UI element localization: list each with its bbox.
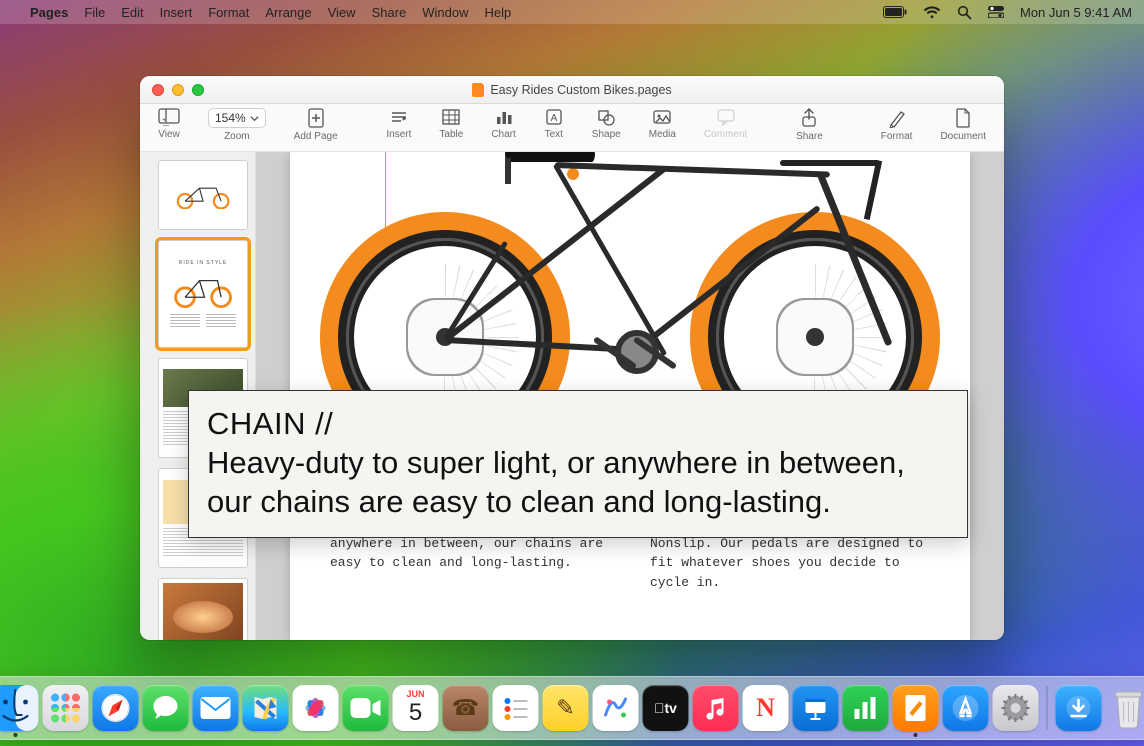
hover-text-body: Heavy-duty to super light, or anywhere i… — [207, 444, 949, 522]
toolbar-view[interactable]: View — [154, 108, 184, 142]
dock-settings[interactable] — [993, 685, 1039, 731]
toolbar-comment: Comment — [700, 108, 751, 140]
titlebar[interactable]: Easy Rides Custom Bikes.pages — [140, 76, 1004, 104]
menu-window[interactable]: Window — [422, 5, 468, 20]
menu-file[interactable]: File — [84, 5, 105, 20]
menu-insert[interactable]: Insert — [160, 5, 193, 20]
dock-launchpad[interactable] — [43, 685, 89, 731]
page-thumbnail-5[interactable] — [158, 578, 248, 640]
dock-music[interactable] — [693, 685, 739, 731]
dock-safari[interactable] — [93, 685, 139, 731]
menu-help[interactable]: Help — [485, 5, 512, 20]
window-title-text: Easy Rides Custom Bikes.pages — [490, 83, 671, 97]
toolbar-shape[interactable]: Shape — [588, 108, 625, 140]
dock-separator — [1047, 686, 1048, 730]
toolbar: View 154% Zoom Add Page Insert — [140, 104, 1004, 152]
toolbar-zoom[interactable]: 154% Zoom — [204, 108, 270, 142]
page-thumbnail-2[interactable]: RIDE IN STYLE 2 — [158, 240, 248, 348]
menu-view[interactable]: View — [328, 5, 356, 20]
toolbar-zoom-value: 154% — [215, 111, 246, 125]
battery-icon[interactable] — [883, 6, 907, 18]
toolbar-insert[interactable]: Insert — [382, 108, 415, 140]
spotlight-icon[interactable] — [957, 5, 972, 20]
dock-pages[interactable] — [893, 685, 939, 731]
dock: JUN5☎ ✎ tv N — [0, 676, 1144, 740]
dock-appstore[interactable] — [943, 685, 989, 731]
dock-tv[interactable]: tv — [643, 685, 689, 731]
toolbar-share[interactable]: Share — [792, 108, 827, 142]
toolbar-text[interactable]: A Text — [540, 108, 568, 140]
dock-finder[interactable] — [0, 685, 39, 731]
dock-facetime[interactable] — [343, 685, 389, 731]
dock-mail[interactable] — [193, 685, 239, 731]
window-zoom-button[interactable] — [192, 84, 204, 96]
dock-maps[interactable] — [243, 685, 289, 731]
toolbar-document[interactable]: Document — [936, 108, 990, 142]
dock-notes[interactable]: ✎ — [543, 685, 589, 731]
dock-news[interactable]: N — [743, 685, 789, 731]
dock-calendar[interactable]: JUN5 — [393, 685, 439, 731]
dock-keynote[interactable] — [793, 685, 839, 731]
hover-text-title: CHAIN // — [207, 405, 949, 444]
dock-freeform[interactable] — [593, 685, 639, 731]
dock-trash[interactable] — [1106, 685, 1144, 731]
toolbar-view-label: View — [158, 129, 180, 140]
window-close-button[interactable] — [152, 84, 164, 96]
wifi-icon[interactable] — [923, 6, 941, 19]
menu-edit[interactable]: Edit — [121, 5, 143, 20]
menu-app[interactable]: Pages — [30, 5, 68, 20]
menu-share[interactable]: Share — [372, 5, 407, 20]
menu-format[interactable]: Format — [208, 5, 249, 20]
page-thumbnail-1[interactable]: 1 — [158, 160, 248, 230]
window-minimize-button[interactable] — [172, 84, 184, 96]
toolbar-table[interactable]: Table — [435, 108, 467, 140]
chevron-down-icon — [250, 114, 259, 123]
window-title: Easy Rides Custom Bikes.pages — [140, 83, 1004, 97]
toolbar-add-page-label: Add Page — [294, 131, 338, 142]
menu-arrange[interactable]: Arrange — [265, 5, 311, 20]
hover-text-overlay: CHAIN // Heavy-duty to super light, or a… — [188, 390, 968, 538]
menubar: Pages File Edit Insert Format Arrange Vi… — [0, 0, 1144, 24]
dock-contacts[interactable]: ☎ — [443, 685, 489, 731]
dock-photos[interactable] — [293, 685, 339, 731]
svg-text:A: A — [550, 113, 557, 124]
control-center-icon[interactable] — [988, 6, 1004, 18]
dock-downloads[interactable] — [1056, 685, 1102, 731]
toolbar-zoom-label: Zoom — [224, 131, 250, 142]
toolbar-format[interactable]: Format — [877, 108, 917, 142]
dock-messages[interactable] — [143, 685, 189, 731]
document-icon — [472, 83, 484, 97]
dock-reminders[interactable] — [493, 685, 539, 731]
toolbar-media[interactable]: Media — [645, 108, 680, 140]
pages-window: Easy Rides Custom Bikes.pages View 154% … — [140, 76, 1004, 640]
menubar-clock[interactable]: Mon Jun 5 9:41 AM — [1020, 5, 1132, 20]
dock-numbers[interactable] — [843, 685, 889, 731]
toolbar-add-page[interactable]: Add Page — [290, 108, 342, 142]
toolbar-chart[interactable]: Chart — [487, 108, 519, 140]
